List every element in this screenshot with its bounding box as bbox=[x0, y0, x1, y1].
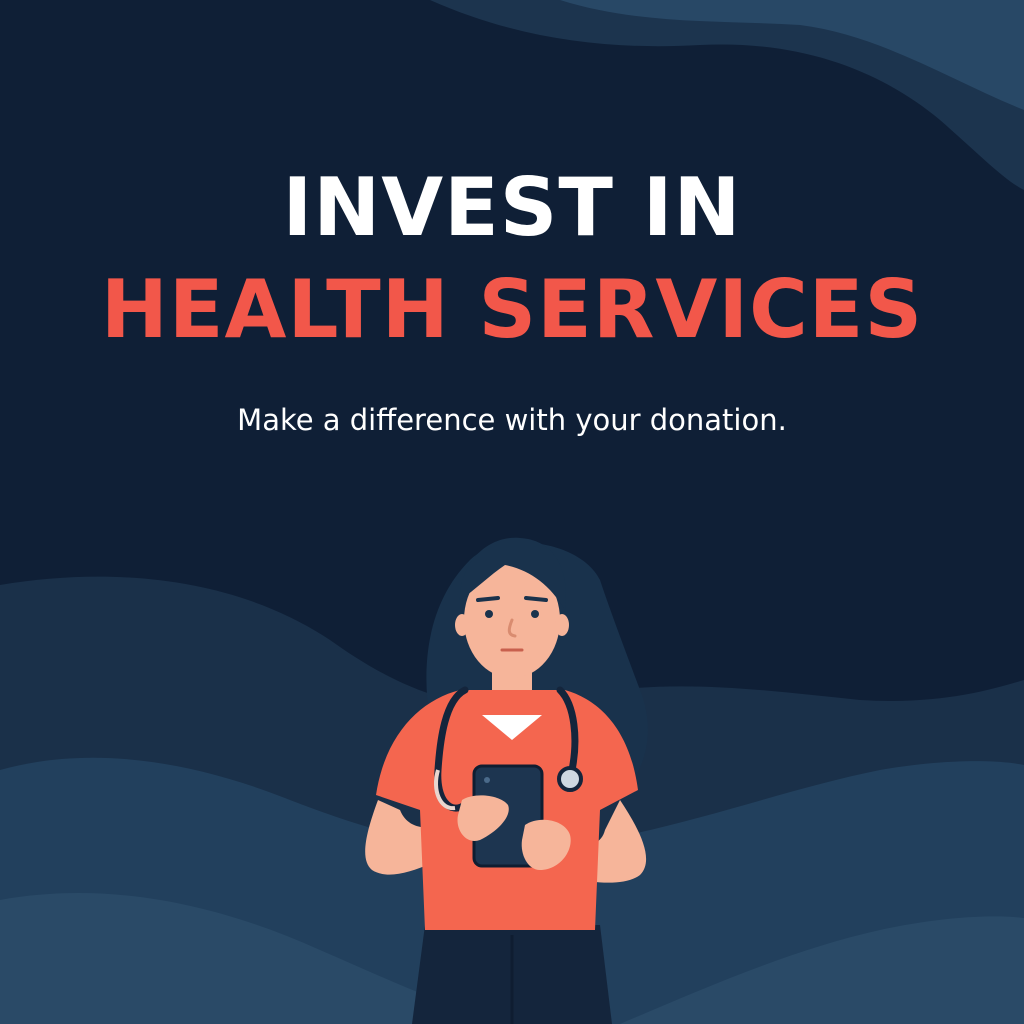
donation-poster: INVEST IN HEALTH SERVICES Make a differe… bbox=[0, 0, 1024, 1024]
left-ear bbox=[455, 614, 469, 636]
tablet-camera bbox=[484, 777, 490, 783]
right-eye bbox=[531, 610, 539, 618]
left-eye bbox=[485, 610, 493, 618]
tagline: Make a difference with your donation. bbox=[237, 403, 787, 437]
healthcare-worker-illustration bbox=[365, 537, 648, 1024]
headline-line-2: HEALTH SERVICES bbox=[100, 263, 924, 356]
headline-line-1: INVEST IN bbox=[282, 161, 742, 254]
right-eyebrow bbox=[524, 596, 548, 602]
stethoscope-chestpiece bbox=[557, 766, 583, 792]
left-eyebrow bbox=[476, 596, 500, 602]
right-ear bbox=[555, 614, 569, 636]
